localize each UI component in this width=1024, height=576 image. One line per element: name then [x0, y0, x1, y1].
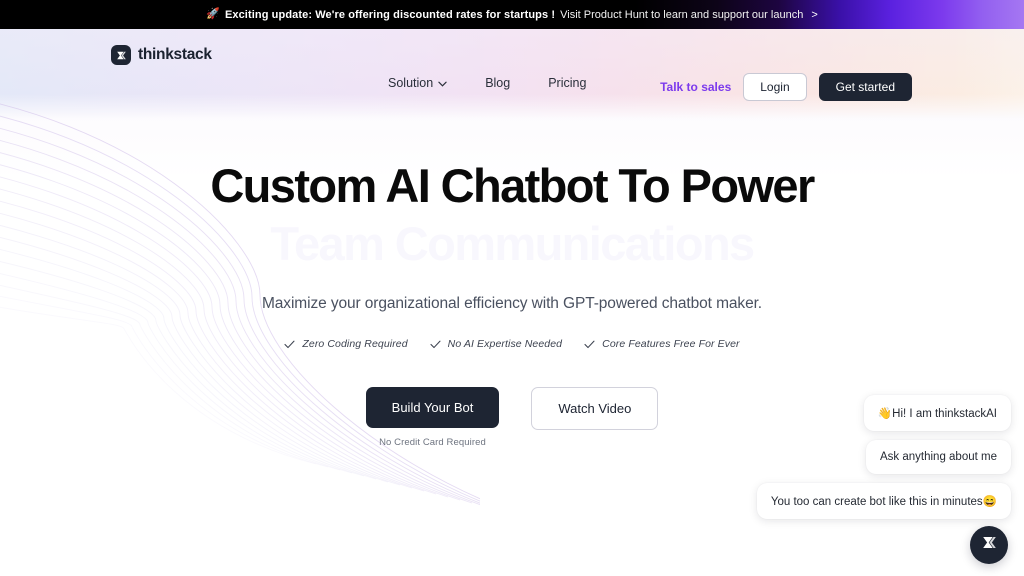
announcement-banner-content: 🚀 Exciting update: We're offering discou…: [206, 9, 818, 21]
feature-label: Zero Coding Required: [302, 338, 408, 351]
landing-page: 🚀 Exciting update: We're offering discou…: [0, 0, 1024, 576]
nav-link-blog[interactable]: Blog: [485, 76, 510, 90]
logo-text: thinkstack: [138, 46, 212, 63]
chat-bubble[interactable]: You too can create bot like this in minu…: [756, 483, 1011, 519]
main-navigation: thinkstack Solution Blog Pricing Talk to…: [0, 29, 1024, 101]
chat-widget-messages: 👋Hi! I am thinkstackAI Ask anything abou…: [756, 395, 1011, 519]
nav-link-solution-label: Solution: [388, 76, 434, 90]
build-your-bot-button[interactable]: Build Your Bot: [365, 387, 500, 429]
chevron-down-icon: [438, 76, 447, 90]
check-icon: [284, 340, 295, 349]
nav-link-pricing-label: Pricing: [548, 76, 587, 90]
page-title: Custom AI Chatbot To Power: [210, 159, 815, 212]
feature-label: No AI Expertise Needed: [447, 338, 563, 351]
nav-links: Solution Blog Pricing: [388, 76, 586, 90]
feature-item: Core Features Free For Ever: [584, 338, 740, 350]
hero-subtitle: Maximize your organizational efficiency …: [261, 295, 763, 313]
talk-to-sales-link[interactable]: Talk to sales: [660, 80, 731, 94]
nav-link-blog-label: Blog: [485, 76, 511, 90]
hero-feature-list: Zero Coding Required No AI Expertise Nee…: [0, 338, 1024, 350]
nav-actions: Talk to sales Login Get started: [660, 73, 912, 101]
feature-item: No AI Expertise Needed: [430, 338, 562, 350]
watch-video-button[interactable]: Watch Video: [531, 387, 659, 431]
feature-label: Core Features Free For Ever: [602, 338, 740, 351]
thinkstack-arrow-icon: [980, 533, 999, 557]
chat-bubble[interactable]: 👋Hi! I am thinkstackAI: [863, 395, 1011, 431]
announcement-emphasis: Exciting update: We're offering discount…: [224, 8, 556, 21]
feature-item: Zero Coding Required: [284, 338, 408, 351]
chat-bubble[interactable]: Ask anything about me: [866, 440, 1011, 474]
check-icon: [430, 340, 441, 349]
check-icon: [584, 340, 595, 349]
get-started-button[interactable]: Get started: [818, 73, 912, 101]
nav-link-solution[interactable]: Solution: [388, 76, 447, 90]
page-title-rotating-word: Team Communications: [270, 216, 755, 270]
chat-launcher-button[interactable]: [970, 526, 1008, 564]
chevron-right-icon[interactable]: >: [811, 9, 817, 21]
logo[interactable]: thinkstack: [111, 45, 212, 65]
nav-link-pricing[interactable]: Pricing: [548, 76, 586, 90]
rocket-icon: 🚀: [206, 8, 220, 20]
announcement-banner[interactable]: 🚀 Exciting update: We're offering discou…: [0, 0, 1024, 29]
primary-cta-group: Build Your Bot No Credit Card Required: [365, 387, 500, 449]
no-credit-card-note: No Credit Card Required: [379, 437, 486, 449]
announcement-rest: Visit Product Hunt to learn and support …: [560, 8, 804, 21]
thinkstack-arrow-icon: [111, 45, 131, 65]
login-button[interactable]: Login: [743, 73, 807, 101]
